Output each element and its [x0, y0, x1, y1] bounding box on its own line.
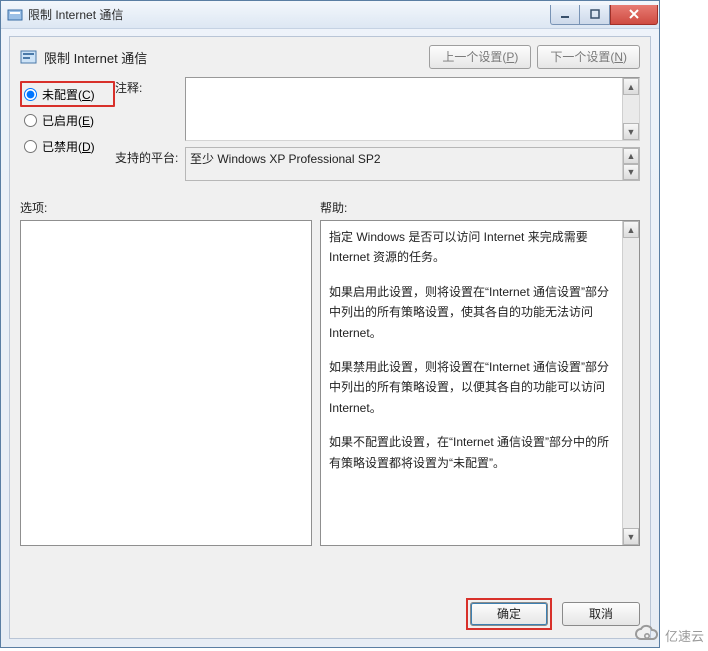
policy-icon: [20, 48, 38, 66]
help-paragraph: 指定 Windows 是否可以访问 Internet 来完成需要 Interne…: [329, 227, 614, 268]
next-setting-button[interactable]: 下一个设置(N): [537, 45, 640, 69]
scroll-up-icon[interactable]: ▲: [623, 78, 639, 95]
platform-text: 至少 Windows XP Professional SP2: [186, 148, 622, 180]
state-radios: 未配置(C) 已启用(E) 已禁用(D): [20, 77, 115, 181]
radio-disabled-input[interactable]: [24, 140, 37, 153]
fields-grid: 注释: ▲ ▼ 支持的平台: 至少 Windows XP Professiona…: [115, 77, 640, 181]
platform-scrollbar[interactable]: ▲ ▼: [622, 148, 639, 180]
radio-enabled-input[interactable]: [24, 114, 37, 127]
help-paragraph: 如果启用此设置，则将设置在“Internet 通信设置”部分中列出的所有策略设置…: [329, 282, 614, 343]
titlebar[interactable]: 限制 Internet 通信: [1, 1, 659, 29]
header-row: 限制 Internet 通信 上一个设置(P) 下一个设置(N): [10, 37, 650, 75]
cancel-button[interactable]: 取消: [562, 602, 640, 626]
watermark-text: 亿速云: [665, 626, 704, 645]
close-button[interactable]: [610, 5, 658, 25]
help-paragraph: 如果不配置此设置，在“Internet 通信设置”部分中的所有策略设置都将设置为…: [329, 432, 614, 473]
help-paragraph: 如果禁用此设置，则将设置在“Internet 通信设置”部分中列出的所有策略设置…: [329, 357, 614, 418]
watermark: 亿速云: [633, 624, 704, 647]
footer-buttons: 确定 取消: [466, 598, 640, 630]
dialog-window: 限制 Internet 通信 限制 Internet 通信 上一个设置(P) 下…: [0, 0, 660, 648]
scroll-up-icon[interactable]: ▲: [623, 148, 639, 164]
help-scrollbar[interactable]: ▲ ▼: [622, 221, 639, 545]
cloud-icon: [633, 624, 661, 647]
minimize-button[interactable]: [550, 5, 580, 25]
maximize-button[interactable]: [580, 5, 610, 25]
scroll-up-icon[interactable]: ▲: [623, 221, 639, 238]
section-labels: 选项: 帮助:: [10, 181, 650, 220]
radio-not-configured-input[interactable]: [24, 88, 37, 101]
config-row: 未配置(C) 已启用(E) 已禁用(D) 注释: ▲ ▼: [10, 75, 650, 181]
radio-not-configured[interactable]: 未配置(C): [20, 81, 115, 107]
comment-scrollbar[interactable]: ▲ ▼: [622, 78, 639, 140]
ok-highlight: 确定: [466, 598, 552, 630]
help-text: 指定 Windows 是否可以访问 Internet 来完成需要 Interne…: [321, 221, 622, 545]
scroll-down-icon[interactable]: ▼: [623, 123, 639, 140]
platform-label: 支持的平台:: [115, 147, 185, 166]
app-icon: [7, 7, 23, 23]
options-pane: [20, 220, 312, 546]
radio-enabled-label: 已启用(E): [42, 112, 94, 129]
radio-enabled[interactable]: 已启用(E): [20, 107, 115, 133]
scroll-down-icon[interactable]: ▼: [623, 164, 639, 180]
radio-disabled[interactable]: 已禁用(D): [20, 133, 115, 159]
options-label: 选项:: [20, 199, 320, 216]
window-title: 限制 Internet 通信: [28, 6, 550, 23]
platform-box: 至少 Windows XP Professional SP2 ▲ ▼: [185, 147, 640, 181]
radio-disabled-label: 已禁用(D): [42, 138, 95, 155]
help-pane: 指定 Windows 是否可以访问 Internet 来完成需要 Interne…: [320, 220, 640, 546]
panes: 指定 Windows 是否可以访问 Internet 来完成需要 Interne…: [10, 220, 650, 546]
ok-button[interactable]: 确定: [470, 602, 548, 626]
content-area: 限制 Internet 通信 上一个设置(P) 下一个设置(N) 未配置(C) …: [9, 36, 651, 639]
comment-label: 注释:: [115, 77, 185, 96]
scroll-down-icon[interactable]: ▼: [623, 528, 639, 545]
previous-setting-button[interactable]: 上一个设置(P): [429, 45, 531, 69]
radio-not-configured-label: 未配置(C): [42, 86, 95, 103]
window-controls: [550, 5, 658, 25]
policy-title: 限制 Internet 通信: [44, 48, 423, 67]
help-label: 帮助:: [320, 199, 347, 216]
comment-textarea[interactable]: ▲ ▼: [185, 77, 640, 141]
